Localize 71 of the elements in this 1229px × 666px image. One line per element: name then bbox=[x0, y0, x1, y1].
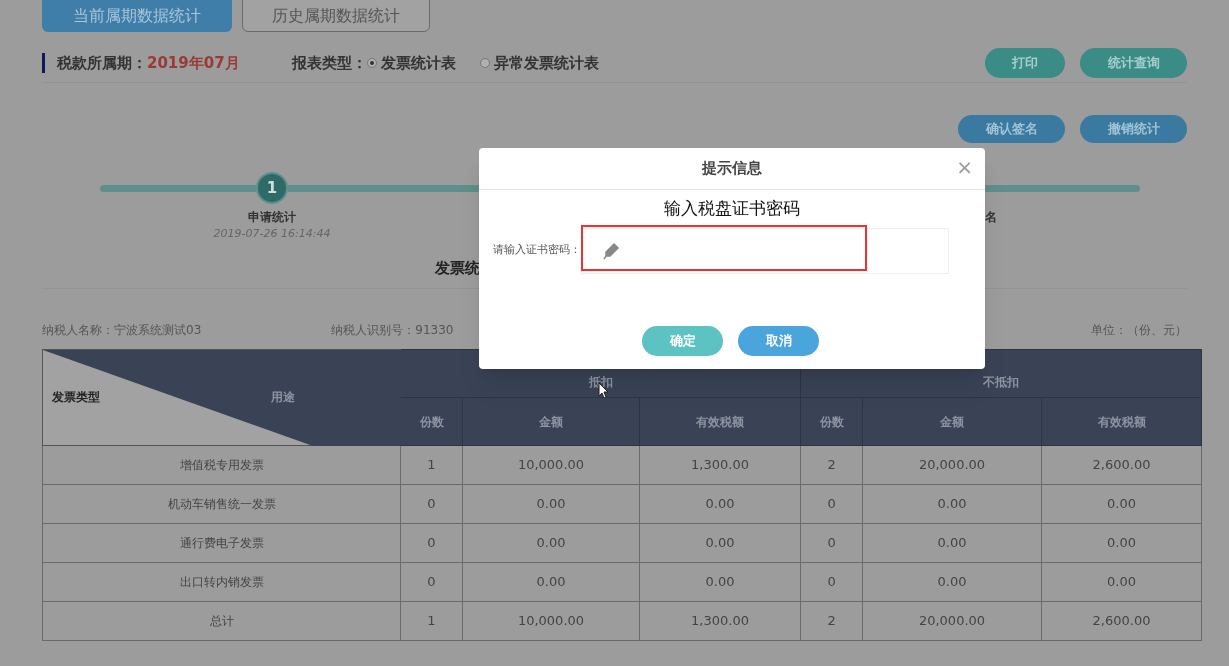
dialog-button[interactable]: 取消 bbox=[738, 326, 819, 356]
table-cell: 0.00 bbox=[462, 562, 640, 602]
step-label: 申请统计 bbox=[248, 209, 296, 226]
report-title: 发票统 bbox=[435, 259, 480, 277]
table-cell: 1,300.00 bbox=[639, 445, 801, 485]
table-cell: 2,600.00 bbox=[1041, 445, 1202, 485]
table-cell: 0.00 bbox=[462, 523, 640, 563]
pen-icon bbox=[602, 241, 620, 260]
radio-icon[interactable] bbox=[479, 58, 490, 68]
table-cell: 0.00 bbox=[639, 562, 801, 602]
table-cell: 0.00 bbox=[1041, 484, 1202, 524]
section-marker bbox=[42, 53, 45, 73]
table-header: 金额 bbox=[462, 397, 640, 446]
header-text: 用途 bbox=[271, 389, 295, 406]
table-cell: 0 bbox=[800, 523, 863, 563]
toolbar-button[interactable]: 统计查询 bbox=[1080, 48, 1187, 78]
password-field[interactable] bbox=[581, 227, 949, 274]
table-header: 有效税额 bbox=[1041, 397, 1202, 446]
table-cell: 机动车销售统一发票 bbox=[42, 484, 401, 524]
table-cell: 0.00 bbox=[639, 484, 801, 524]
table-header: 金额 bbox=[862, 397, 1042, 446]
table-cell: 2 bbox=[800, 445, 863, 485]
table-cell: 1 bbox=[400, 445, 463, 485]
table-cell: 通行费电子发票 bbox=[42, 523, 401, 563]
period-value: 2019年07月 bbox=[147, 52, 240, 74]
table-cell: 总计 bbox=[42, 601, 401, 641]
table-cell: 1 bbox=[400, 601, 463, 641]
annotation-text: 输入税盘证书密码 bbox=[664, 197, 800, 220]
tab[interactable]: 当前属期数据统计 bbox=[42, 0, 232, 32]
radio-option[interactable]: 发票统计表 bbox=[366, 51, 456, 75]
period-label: 税款所属期： bbox=[57, 52, 147, 74]
step-label: 名 bbox=[985, 209, 997, 226]
table-cell: 出口转内销发票 bbox=[42, 562, 401, 602]
radio-option[interactable]: 异常发票统计表 bbox=[479, 51, 599, 75]
table-cell: 20,000.00 bbox=[862, 601, 1042, 641]
header-text: 发票类型 bbox=[52, 389, 100, 406]
table-cell: 2,600.00 bbox=[1041, 601, 1202, 641]
table-header: 份数 bbox=[400, 397, 463, 446]
table-cell: 0.00 bbox=[462, 484, 640, 524]
tab[interactable]: 历史属期数据统计 bbox=[242, 0, 430, 32]
radio-icon[interactable] bbox=[366, 58, 377, 68]
table-cell: 2 bbox=[800, 601, 863, 641]
taxpayer-name: 纳税人名称：宁波系统测试03 bbox=[42, 322, 202, 339]
table-cell: 0 bbox=[400, 523, 463, 563]
report-type-label: 报表类型： bbox=[291, 52, 367, 74]
action-button[interactable]: 撤销统计 bbox=[1080, 115, 1187, 143]
table-cell: 0 bbox=[400, 562, 463, 602]
toolbar-button[interactable]: 打印 bbox=[985, 48, 1065, 78]
unit-label: 单位：（份、元） bbox=[1091, 322, 1187, 339]
taxpayer-id: 纳税人识别号：91330 bbox=[331, 322, 454, 339]
action-button[interactable]: 确认签名 bbox=[958, 115, 1065, 143]
table-cell: 增值税专用发票 bbox=[42, 445, 401, 485]
table-cell: 10,000.00 bbox=[462, 601, 640, 641]
table-cell: 0 bbox=[800, 484, 863, 524]
table-cell: 0.00 bbox=[1041, 523, 1202, 563]
dialog-button[interactable]: 确定 bbox=[642, 326, 723, 356]
table-cell: 1,300.00 bbox=[639, 601, 801, 641]
table-cell: 20,000.00 bbox=[862, 445, 1042, 485]
table-cell: 10,000.00 bbox=[462, 445, 640, 485]
table-cell: 0 bbox=[400, 484, 463, 524]
table-header: 有效税额 bbox=[639, 397, 801, 446]
dialog-title: 提示信息 bbox=[702, 158, 762, 180]
table-cell: 0.00 bbox=[862, 484, 1042, 524]
field-label: 请输入证书密码： bbox=[493, 242, 581, 259]
table-cell: 0 bbox=[800, 562, 863, 602]
table-cell: 0.00 bbox=[1041, 562, 1202, 602]
table-cell: 0.00 bbox=[639, 523, 801, 563]
table-header: 份数 bbox=[800, 397, 863, 446]
close-button[interactable]: × bbox=[956, 157, 973, 177]
table-cell: 0.00 bbox=[862, 523, 1042, 563]
table-cell: 0.00 bbox=[862, 562, 1042, 602]
